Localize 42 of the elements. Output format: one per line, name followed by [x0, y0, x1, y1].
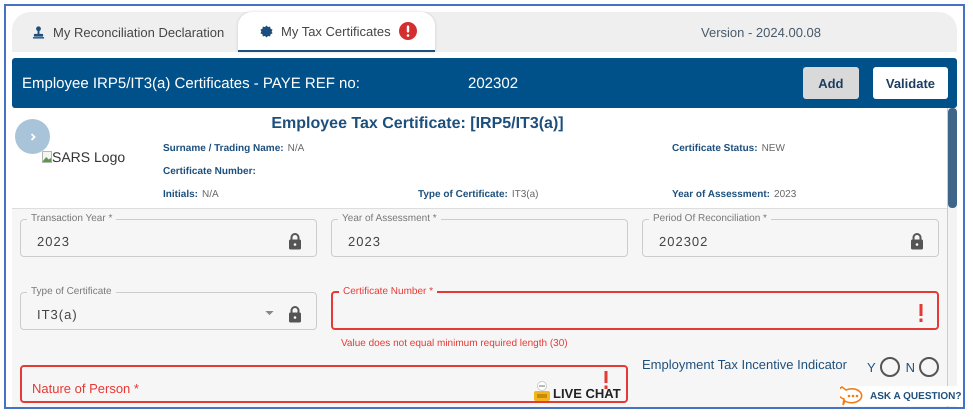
- live-chat-button[interactable]: LIVE CHAT: [533, 381, 621, 401]
- add-button[interactable]: Add: [802, 67, 859, 99]
- error-message: Value does not equal minimum required length (30): [340, 338, 569, 349]
- tab[interactable]: My Tax Certificates: [238, 12, 435, 52]
- radio-button[interactable]: [919, 357, 939, 377]
- stamp-icon: [32, 26, 45, 38]
- lock-icon: [288, 304, 302, 322]
- paye-ref-number: 202302: [468, 74, 520, 92]
- error-icon: [919, 304, 923, 322]
- radio-label: Y: [866, 360, 876, 374]
- info-value: N/A: [202, 189, 219, 200]
- seal-icon: [260, 24, 273, 38]
- info-label: Year of Assessment:: [672, 189, 770, 200]
- info-value: 2023: [774, 189, 796, 200]
- radio-label: N: [906, 360, 915, 374]
- header-title: Employee IRP5/IT3(a) Certificates - PAYE REF no:: [22, 74, 361, 92]
- version-label: Version - 2024.00.08: [701, 24, 821, 40]
- input-field[interactable]: Year of Assessment * 2023: [331, 213, 628, 257]
- info-label: Surname / Trading Name:: [163, 143, 284, 154]
- info-label: Initials:: [163, 189, 198, 200]
- info-value: N/A: [288, 143, 304, 154]
- input-field[interactable]: Transaction Year * 2023: [20, 213, 317, 257]
- tab[interactable]: My Reconciliation Declaration: [12, 12, 238, 52]
- radio-button[interactable]: [880, 357, 900, 377]
- ask-question-button[interactable]: ASK A QUESTION?: [840, 386, 962, 406]
- error-icon: [604, 371, 608, 389]
- caret-icon: [265, 311, 274, 316]
- indicator-label: Employment Tax Incentive Indicator: [642, 357, 847, 372]
- input-field[interactable]: Type of Certificate IT3(a): [20, 286, 317, 330]
- info-label: Type of Certificate:: [418, 189, 508, 200]
- info-value: IT3(a): [512, 189, 539, 200]
- info-label: Certificate Number:: [163, 166, 256, 177]
- broken-image: SARS Logo: [12, 108, 163, 165]
- certificate-title: Employee Tax Certificate: [IRP5/IT3(a)]: [270, 114, 565, 134]
- chat-icon: [533, 381, 551, 401]
- validate-button[interactable]: Validate: [872, 67, 948, 99]
- input-field[interactable]: Period Of Reconciliation * 202302: [642, 213, 939, 257]
- info-label: Certificate Status:: [672, 143, 758, 154]
- lock-icon: [288, 232, 302, 250]
- info-value: NEW: [762, 143, 785, 154]
- input-field[interactable]: Certificate Number *: [331, 286, 939, 330]
- lock-icon: [910, 232, 924, 250]
